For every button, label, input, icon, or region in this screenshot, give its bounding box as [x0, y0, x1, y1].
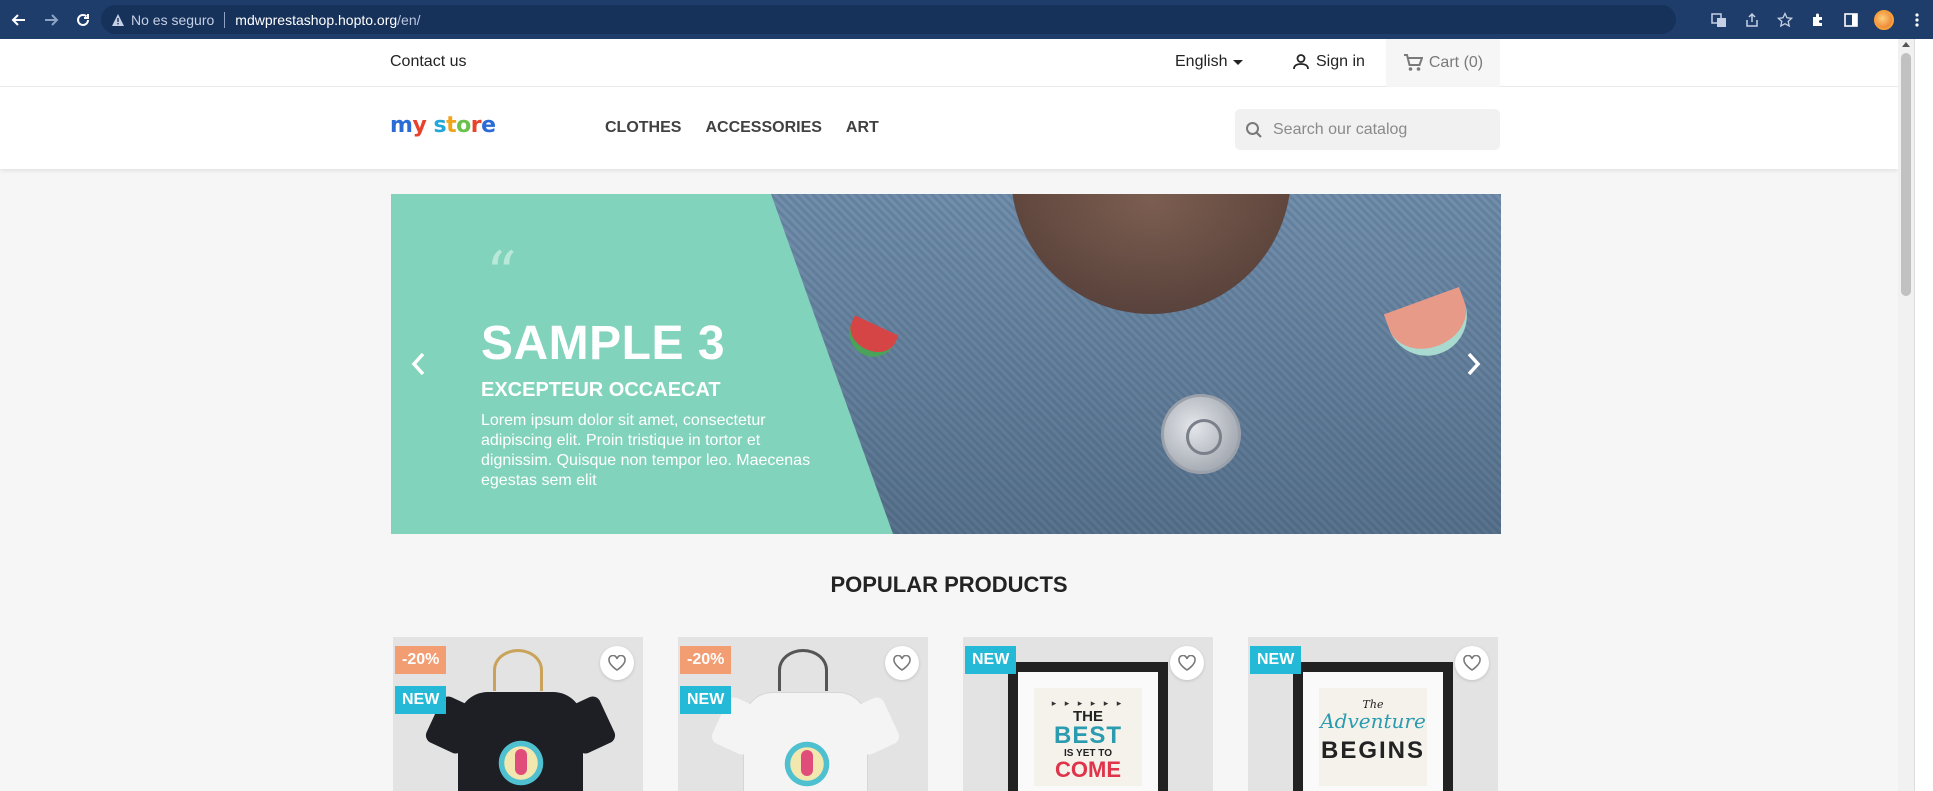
discount-badge: -20%: [680, 646, 732, 674]
new-badge: NEW: [1250, 646, 1302, 674]
heart-icon: [1463, 655, 1481, 671]
cart-label: Cart: [1428, 54, 1460, 71]
url-host: mdwprestashop.hopto.org: [235, 11, 398, 28]
header-top-bar: Contact us English Sign in Cart (0): [0, 39, 1898, 87]
product-card[interactable]: -20% NEW: [678, 637, 928, 791]
product-thumbnail[interactable]: [709, 692, 902, 791]
profile-avatar[interactable]: [1867, 0, 1900, 39]
poster-art: The Adventure BEGINS: [1319, 688, 1427, 786]
new-badge: NEW: [680, 686, 732, 714]
product-thumbnail[interactable]: The Adventure BEGINS: [1293, 662, 1453, 791]
quote-icon: “: [486, 239, 517, 309]
heart-icon: [608, 655, 626, 671]
new-badge: NEW: [965, 646, 1017, 674]
chevron-left-icon: [411, 352, 425, 376]
slide-title: SAMPLE 3: [481, 317, 726, 370]
language-label: English: [1175, 53, 1228, 70]
page-scrollbar[interactable]: [1898, 39, 1914, 791]
menu-item-accessories[interactable]: ACCESSORIES: [705, 119, 821, 137]
devtools-side-panel: [1914, 39, 1933, 791]
warning-icon[interactable]: [111, 13, 125, 27]
heart-icon: [893, 655, 911, 671]
browser-actions: [1702, 0, 1933, 39]
wishlist-button[interactable]: [1455, 646, 1489, 680]
user-icon: [1293, 54, 1309, 70]
bookmark-star-icon[interactable]: [1768, 0, 1801, 39]
main-menu: CLOTHES ACCESSORIES ART: [605, 119, 879, 137]
search-widget: [1235, 109, 1500, 150]
menu-item-art[interactable]: ART: [846, 119, 879, 137]
language-selector[interactable]: English: [1175, 53, 1244, 71]
wishlist-button[interactable]: [1170, 646, 1204, 680]
signin-link[interactable]: Sign in: [1292, 53, 1365, 71]
chevron-right-icon: [1467, 352, 1481, 376]
cart-count: (0): [1463, 54, 1484, 71]
browser-toolbar: No es seguro mdwprestashop.hopto.org/en/: [0, 0, 1933, 39]
scroll-up-icon[interactable]: [1902, 42, 1910, 47]
product-card[interactable]: The Adventure BEGINS NEW: [1248, 637, 1498, 791]
carousel-next-button[interactable]: [1459, 344, 1489, 384]
carousel-prev-button[interactable]: [403, 344, 433, 384]
hanger-image: [778, 649, 828, 691]
store-logo[interactable]: my store: [390, 113, 496, 138]
more-menu-icon[interactable]: [1900, 0, 1933, 39]
product-thumbnail[interactable]: [423, 692, 618, 791]
jacket-button-image: [1161, 394, 1241, 474]
extensions-icon[interactable]: [1801, 0, 1834, 39]
menu-item-clothes[interactable]: CLOTHES: [605, 119, 681, 137]
forward-icon[interactable]: [36, 5, 66, 35]
hanger-image: [493, 649, 543, 691]
url-path: /en/: [397, 11, 421, 28]
discount-badge: -20%: [395, 646, 447, 674]
slide-subtitle: EXCEPTEUR OCCAECAT: [481, 379, 721, 401]
poster-art: ▸ ▸ ▸ ▸ ▸ ▸ THE BEST IS YET TO COME: [1034, 688, 1142, 786]
product-card[interactable]: ▸ ▸ ▸ ▸ ▸ ▸ THE BEST IS YET TO COME NEW: [963, 637, 1213, 791]
header-main: my store CLOTHES ACCESSORIES ART: [0, 87, 1898, 169]
page-viewport: Contact us English Sign in Cart (0) my s…: [0, 39, 1898, 791]
scrollbar-thumb[interactable]: [1901, 53, 1911, 296]
share-icon[interactable]: [1735, 0, 1768, 39]
translate-icon[interactable]: [1702, 0, 1735, 39]
heart-icon: [1178, 655, 1196, 671]
search-input[interactable]: [1273, 120, 1473, 139]
shopping-cart-icon: [1403, 54, 1423, 71]
address-separator: [224, 11, 226, 28]
side-panel-icon[interactable]: [1834, 0, 1867, 39]
search-icon[interactable]: [1245, 121, 1263, 139]
address-bar[interactable]: No es seguro mdwprestashop.hopto.org/en/: [101, 5, 1676, 34]
cart-button[interactable]: Cart (0): [1386, 39, 1500, 87]
slide-description: Lorem ipsum dolor sit amet, consectetur …: [481, 412, 811, 489]
caret-down-icon: [1233, 59, 1244, 65]
contact-link[interactable]: Contact us: [390, 53, 466, 71]
hero-carousel[interactable]: “ SAMPLE 3 EXCEPTEUR OCCAECAT Lorem ipsu…: [391, 194, 1501, 534]
wishlist-button[interactable]: [600, 646, 634, 680]
product-card[interactable]: -20% NEW: [393, 637, 643, 791]
back-icon[interactable]: [4, 5, 34, 35]
popular-products-title: POPULAR PRODUCTS: [830, 572, 1068, 597]
wishlist-button[interactable]: [885, 646, 919, 680]
product-thumbnail[interactable]: ▸ ▸ ▸ ▸ ▸ ▸ THE BEST IS YET TO COME: [1008, 662, 1168, 791]
security-status[interactable]: No es seguro: [131, 12, 214, 28]
slide-image-shade: [771, 194, 1501, 534]
reload-icon[interactable]: [68, 5, 98, 35]
signin-label: Sign in: [1316, 53, 1365, 70]
new-badge: NEW: [395, 686, 447, 714]
